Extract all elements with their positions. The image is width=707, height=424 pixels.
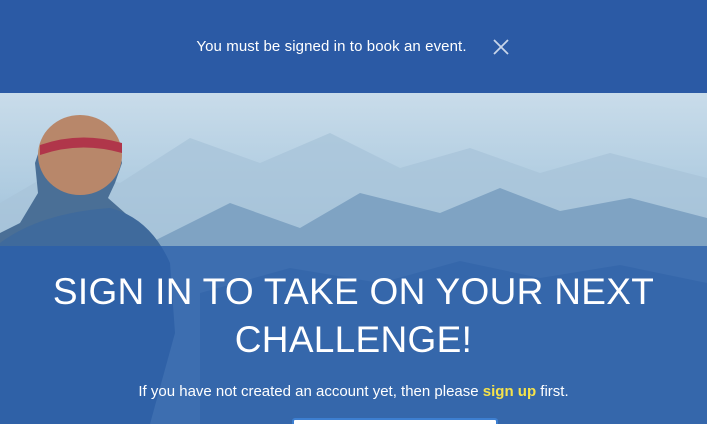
hero-overlay-panel: SIGN IN TO TAKE ON YOUR NEXT CHALLENGE! … — [0, 246, 707, 424]
signup-prompt-suffix: first. — [540, 383, 569, 400]
hero-headline: SIGN IN TO TAKE ON YOUR NEXT CHALLENGE! — [0, 268, 707, 364]
headline-line-2: CHALLENGE! — [234, 319, 473, 360]
sign-up-link[interactable]: sign up — [483, 383, 536, 400]
notice-banner: You must be signed in to book an event. — [0, 0, 707, 93]
signup-prompt: If you have not created an account yet, … — [0, 383, 707, 400]
sign-in-input-field[interactable] — [292, 418, 498, 424]
close-icon[interactable] — [491, 37, 511, 57]
headline-line-1: SIGN IN TO TAKE ON YOUR NEXT — [52, 271, 655, 312]
notice-message: You must be signed in to book an event. — [196, 38, 467, 55]
signup-prompt-prefix: If you have not created an account yet, … — [138, 383, 479, 400]
hero-section: SIGN IN TO TAKE ON YOUR NEXT CHALLENGE! … — [0, 93, 707, 424]
